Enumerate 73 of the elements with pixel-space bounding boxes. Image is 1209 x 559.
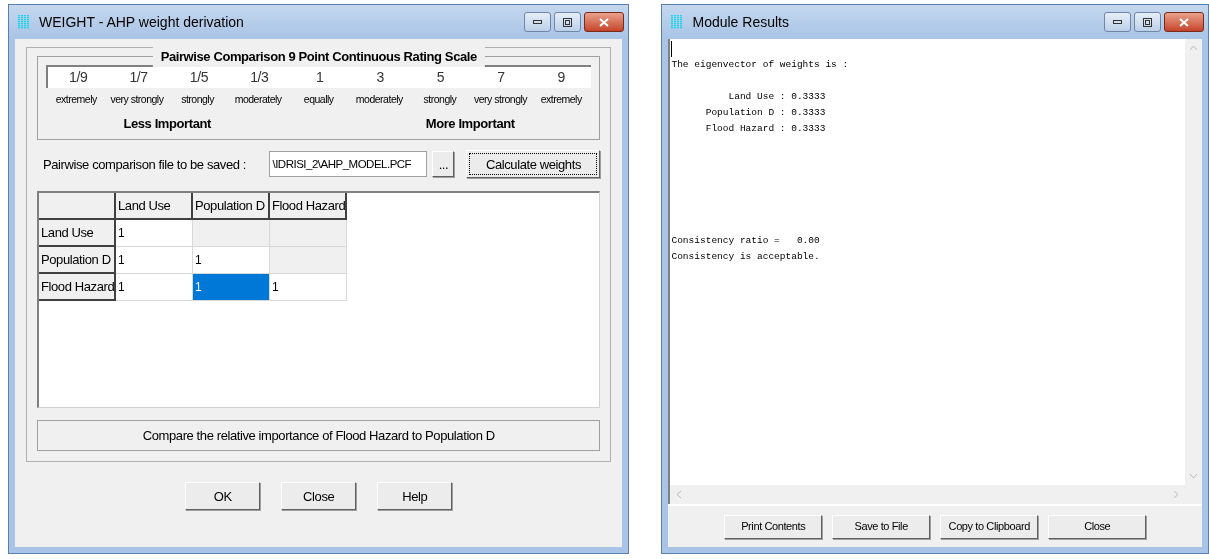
window-title: Module Results (692, 12, 789, 32)
scale-value: 1/9 (68, 68, 89, 87)
scale-label: moderately (233, 92, 283, 107)
scale-title: Pairwise Comparison 9 Point Continuous Rating Scale (152, 47, 485, 67)
result-line: The eigenvector of weights is : (671, 58, 849, 72)
app-icon (670, 14, 685, 30)
scale-value: 1/7 (128, 68, 149, 87)
scale-label: very strongly (473, 92, 529, 107)
scale-value: 1 (315, 68, 325, 87)
minimize-icon (1113, 20, 1122, 24)
scale-label: equally (302, 92, 335, 107)
maximize-icon (1143, 17, 1152, 27)
window-title: WEIGHT - AHP weight derivation (39, 12, 244, 32)
scale-value: 1/5 (188, 68, 210, 87)
less-important-label: Less Important (122, 114, 212, 133)
close-button[interactable] (584, 12, 625, 32)
scale-label: very strongly (109, 92, 165, 107)
grid-cell[interactable]: 1 (116, 220, 193, 248)
close-icon (1179, 17, 1189, 27)
minimize-icon (533, 20, 543, 24)
grid-cell[interactable]: 1 (270, 274, 347, 302)
maximize-button[interactable] (1134, 12, 1161, 32)
scale-label: extremely (54, 92, 98, 107)
row-header: Land Use (39, 220, 116, 248)
grid-cell[interactable]: 1 (193, 247, 270, 275)
column-header: Population D (193, 193, 270, 221)
results-button[interactable]: Copy to Clipboard (940, 514, 1039, 539)
maximize-icon (563, 17, 573, 27)
file-field[interactable]: \IDRISI_2\AHP_MODEL.PCF (269, 151, 428, 178)
row-header: Population D (39, 247, 116, 275)
scale-label: extremely (539, 92, 583, 107)
scroll-left-icon (676, 490, 683, 499)
column-header: Flood Hazard (270, 193, 347, 221)
calculate-weights-button[interactable]: Calculate weights (466, 150, 601, 179)
dialog-button[interactable]: Close (281, 482, 357, 511)
app-icon (17, 14, 31, 30)
scale-value: 9 (556, 68, 566, 87)
minimize-button[interactable] (1104, 12, 1131, 32)
scroll-right-icon (1173, 490, 1179, 499)
prompt-text: Compare the relative importance of Flood Hazard to Population D (142, 427, 495, 445)
browse-button[interactable]: ... (432, 151, 455, 178)
result-line: Flood Hazard : 0.3333 (704, 122, 826, 136)
dialog-button[interactable]: Help (377, 482, 453, 511)
scroll-up-icon (1189, 45, 1198, 51)
dialog-button[interactable]: OK (185, 482, 261, 511)
results-text-area[interactable]: The eigenvector of weights is : Land Use : 0.3333 Population D : 0.3333 Flood Hazard : 0.3333 Consistency ratio = 0.00 Consistency is acceptable. (670, 39, 1185, 485)
close-icon (599, 17, 610, 27)
close-button[interactable] (1164, 12, 1204, 32)
results-button[interactable]: Close (1048, 514, 1147, 539)
text-cursor (671, 41, 673, 57)
more-important-label: More Important (424, 114, 516, 133)
scale-value: 1/3 (249, 68, 270, 87)
scroll-down-icon (1189, 473, 1198, 479)
result-line: Land Use : 0.3333 (727, 90, 826, 104)
grid-cell[interactable]: 1 (116, 247, 193, 275)
column-header: Land Use (116, 193, 193, 221)
result-line: Consistency is acceptable. (671, 250, 820, 264)
scale-value: 5 (435, 68, 446, 87)
file-label: Pairwise comparison file to be saved : (43, 155, 246, 174)
scale-value: 3 (375, 68, 385, 87)
grid-cell[interactable]: 1 (193, 274, 270, 302)
maximize-button[interactable] (554, 12, 582, 32)
grid-cell[interactable]: 1 (116, 274, 193, 302)
scale-label: strongly (180, 92, 216, 107)
results-button[interactable]: Print Contents (724, 514, 823, 539)
row-header: Flood Hazard (39, 274, 116, 302)
scale-label: strongly (422, 92, 458, 107)
scale-label: moderately (354, 92, 404, 107)
result-line: Consistency ratio = 0.00 (671, 234, 820, 248)
result-line: Population D : 0.3333 (704, 106, 826, 120)
minimize-button[interactable] (524, 12, 552, 32)
scale-value: 7 (496, 68, 506, 87)
results-button[interactable]: Save to File (832, 514, 931, 539)
